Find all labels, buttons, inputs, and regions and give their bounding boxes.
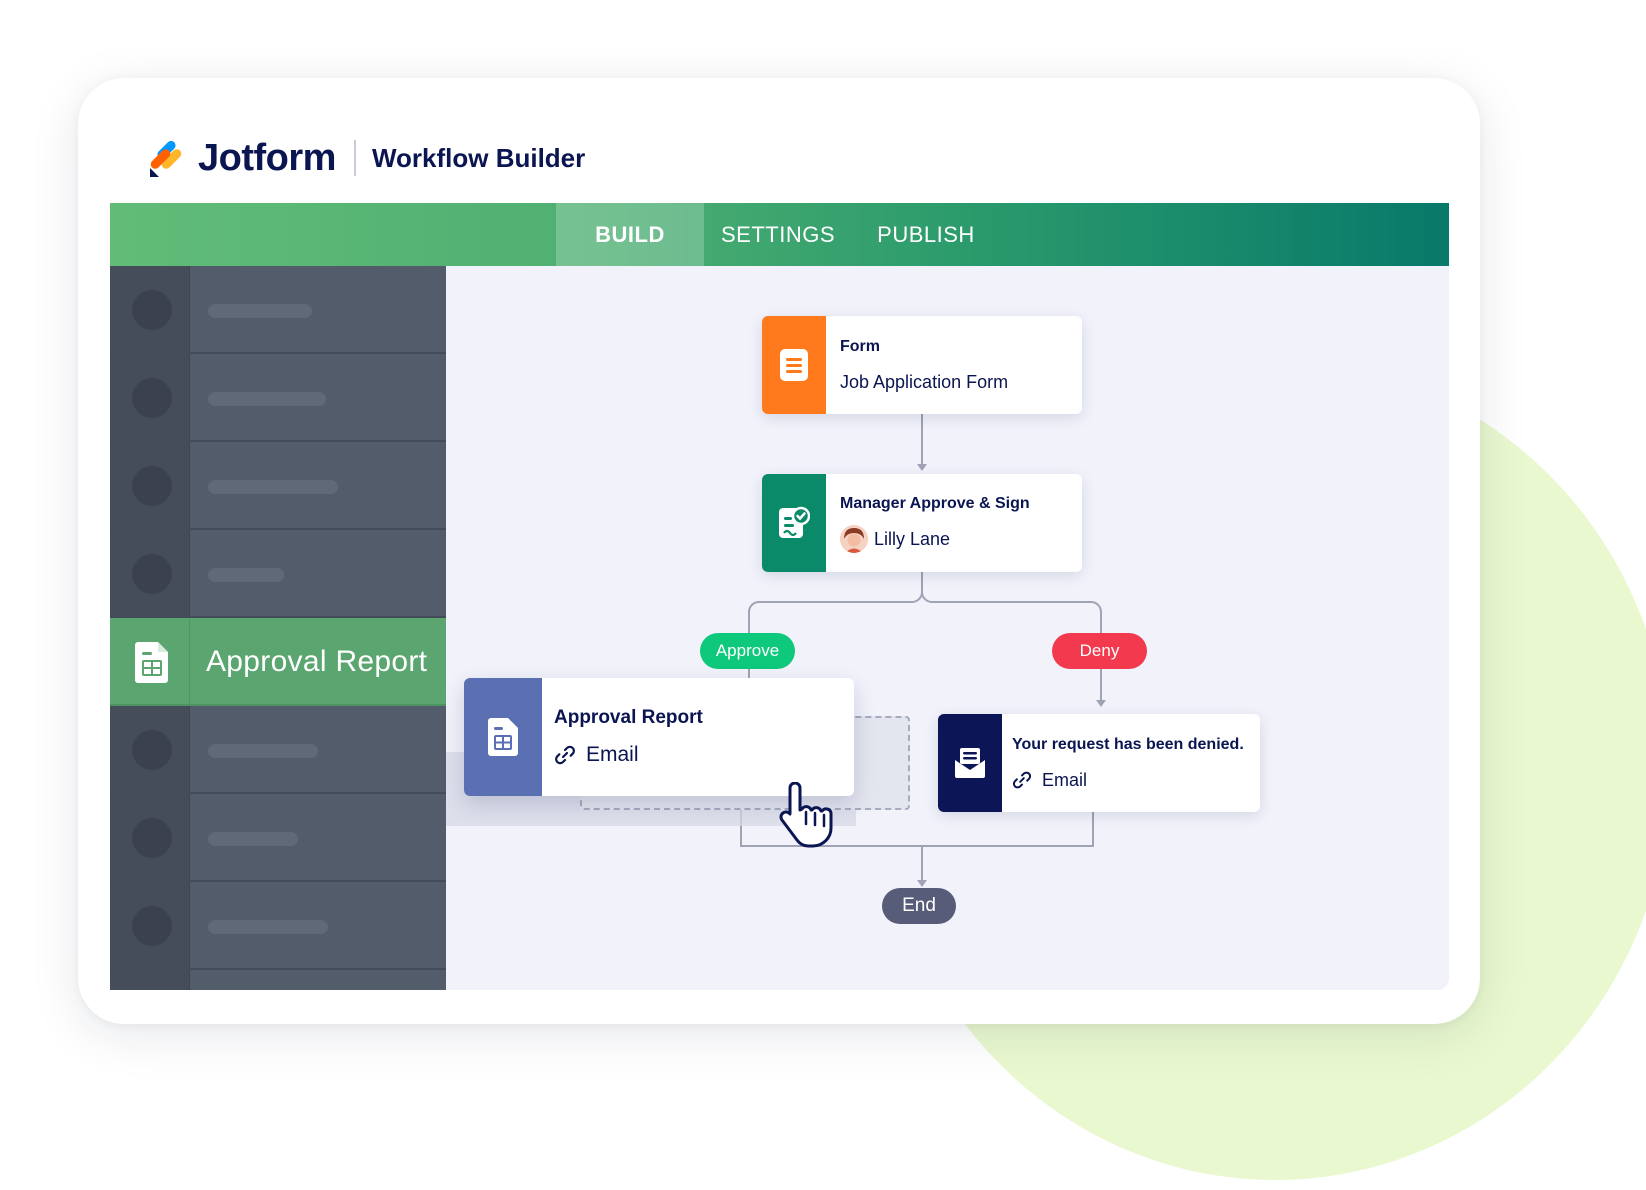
approval-report-action: Email <box>586 743 639 766</box>
approval-report-title: Approval Report <box>554 707 703 728</box>
report-document-icon <box>464 678 542 796</box>
approve-sign-icon <box>762 474 826 572</box>
approval-report-node[interactable]: Approval Report Email <box>464 678 854 796</box>
link-icon <box>554 744 576 766</box>
denied-email-title: Your request has been denied. <box>1012 736 1244 753</box>
form-icon <box>762 316 826 414</box>
end-node[interactable]: End <box>882 888 956 924</box>
email-envelope-icon <box>938 714 1002 812</box>
approval-node[interactable]: Manager Approve & Sign Lilly Lane <box>762 474 1082 572</box>
form-node[interactable]: Form Job Application Form <box>762 316 1082 414</box>
hand-cursor-icon <box>776 781 846 852</box>
denied-email-action: Email <box>1042 770 1088 790</box>
form-node-subtitle: Job Application Form <box>840 372 1009 392</box>
deny-branch-label[interactable]: Deny <box>1052 633 1147 669</box>
approve-branch-label[interactable]: Approve <box>700 633 795 669</box>
assignee-name: Lilly Lane <box>874 529 951 549</box>
form-node-title: Form <box>840 338 880 355</box>
denied-email-node[interactable]: Your request has been denied. Email <box>938 714 1260 812</box>
avatar <box>840 525 868 553</box>
workflow-connectors <box>740 414 1106 887</box>
link-icon <box>1012 770 1032 790</box>
approval-node-title: Manager Approve & Sign <box>840 495 1030 512</box>
